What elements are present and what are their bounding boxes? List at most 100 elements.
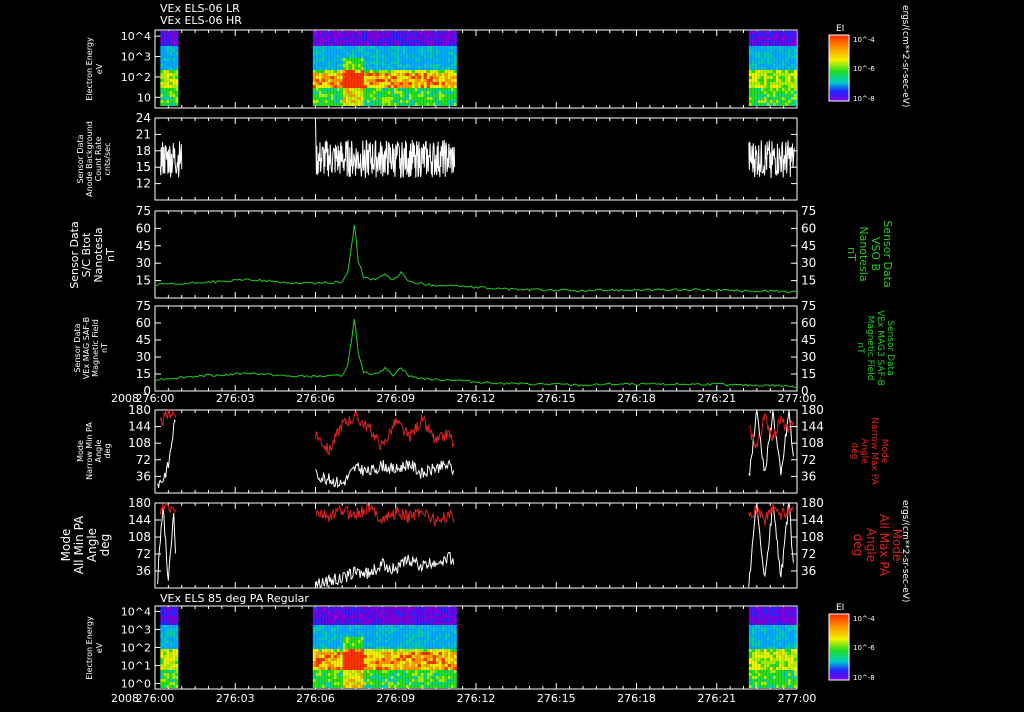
heatmap-cell: [342, 73, 346, 76]
heatmap-cell: [408, 661, 412, 664]
heatmap-cell: [348, 67, 352, 70]
heatmap-cell: [402, 652, 406, 655]
heatmap-cell: [760, 634, 764, 637]
heatmap-cell: [381, 46, 385, 49]
heatmap-cell: [408, 46, 412, 49]
heatmap-cell: [417, 658, 421, 661]
heatmap-cell: [438, 679, 442, 682]
heatmap-cell: [760, 649, 764, 652]
y-tick-label: 108: [128, 436, 151, 450]
heatmap-cell: [748, 667, 752, 670]
heatmap-cell: [781, 646, 785, 649]
heatmap-cell: [450, 34, 454, 37]
heatmap-cell: [426, 64, 430, 67]
heatmap-cell: [793, 652, 797, 655]
heatmap-cell: [766, 82, 770, 85]
heatmap-cell: [160, 610, 164, 613]
heatmap-cell: [387, 79, 391, 82]
heatmap-cell: [366, 91, 370, 94]
heatmap-cell: [402, 55, 406, 58]
heatmap-cell: [441, 610, 445, 613]
heatmap-cell: [417, 34, 421, 37]
heatmap-cell: [408, 88, 412, 91]
heatmap-cell: [336, 79, 340, 82]
heatmap-cell: [429, 631, 433, 634]
heatmap-cell: [757, 85, 761, 88]
heatmap-cell: [775, 76, 779, 79]
heatmap-cell: [414, 88, 418, 91]
heatmap-cell: [160, 64, 164, 67]
heatmap-cell: [435, 646, 439, 649]
heatmap-cell: [169, 79, 173, 82]
heatmap-cell: [172, 670, 176, 673]
heatmap-cell: [751, 658, 755, 661]
heatmap-cell: [366, 67, 370, 70]
heatmap-cell: [784, 58, 788, 61]
heatmap-cell: [754, 640, 758, 643]
heatmap-cell: [339, 49, 343, 52]
heatmap-cell: [351, 619, 355, 622]
heatmap-cell: [787, 649, 791, 652]
heatmap-cell: [315, 652, 319, 655]
heatmap-cell: [375, 628, 379, 631]
heatmap-cell: [163, 46, 167, 49]
heatmap-cell: [357, 46, 361, 49]
heatmap-cell: [453, 625, 457, 628]
y-tick-label: 144: [128, 420, 151, 434]
heatmap-cell: [429, 31, 433, 34]
heatmap-cell: [408, 43, 412, 46]
heatmap-cell: [435, 79, 439, 82]
heatmap-cell: [318, 94, 322, 97]
heatmap-cell: [324, 58, 328, 61]
heatmap-cell: [354, 85, 358, 88]
heatmap-cell: [330, 685, 334, 688]
heatmap-cell: [393, 46, 397, 49]
heatmap-cell: [429, 628, 433, 631]
heatmap-cell: [423, 667, 427, 670]
y-tick-label: 10^2: [121, 71, 151, 84]
heatmap-cell: [384, 100, 388, 103]
heatmap-cell: [414, 55, 418, 58]
heatmap-cell: [369, 91, 373, 94]
heatmap-cell: [429, 97, 433, 100]
heatmap-cell: [363, 676, 367, 679]
heatmap-cell: [784, 664, 788, 667]
heatmap-cell: [321, 655, 325, 658]
heatmap-cell: [354, 43, 358, 46]
heatmap-cell: [330, 673, 334, 676]
heatmap-cell: [432, 676, 436, 679]
heatmap-cell: [405, 664, 409, 667]
heatmap-cell: [766, 655, 770, 658]
heatmap-cell: [339, 61, 343, 64]
heatmap-cell: [375, 100, 379, 103]
heatmap-cell: [793, 637, 797, 640]
heatmap-cell: [441, 100, 445, 103]
heatmap-cell: [342, 643, 346, 646]
heatmap-cell: [312, 622, 316, 625]
heatmap-cell: [763, 616, 767, 619]
heatmap-cell: [339, 91, 343, 94]
heatmap-cell: [757, 103, 761, 106]
heatmap-cell: [453, 97, 457, 100]
heatmap-cell: [751, 70, 755, 73]
heatmap-cell: [345, 673, 349, 676]
heatmap-cell: [387, 70, 391, 73]
heatmap-cell: [175, 664, 179, 667]
heatmap-cell: [336, 640, 340, 643]
heatmap-cell: [396, 652, 400, 655]
heatmap-cell: [766, 40, 770, 43]
heatmap-cell: [354, 622, 358, 625]
heatmap-cell: [336, 652, 340, 655]
heatmap-cell: [160, 82, 164, 85]
heatmap-cell: [360, 52, 364, 55]
heatmap-cell: [324, 43, 328, 46]
heatmap-cell: [342, 613, 346, 616]
heatmap-cell: [435, 649, 439, 652]
heatmap-cell: [775, 97, 779, 100]
time-tick-label: 276:18: [617, 392, 656, 405]
heatmap-cell: [393, 619, 397, 622]
heatmap-cell: [426, 91, 430, 94]
heatmap-cell: [387, 55, 391, 58]
heatmap-cell: [354, 643, 358, 646]
heatmap-cell: [378, 646, 382, 649]
